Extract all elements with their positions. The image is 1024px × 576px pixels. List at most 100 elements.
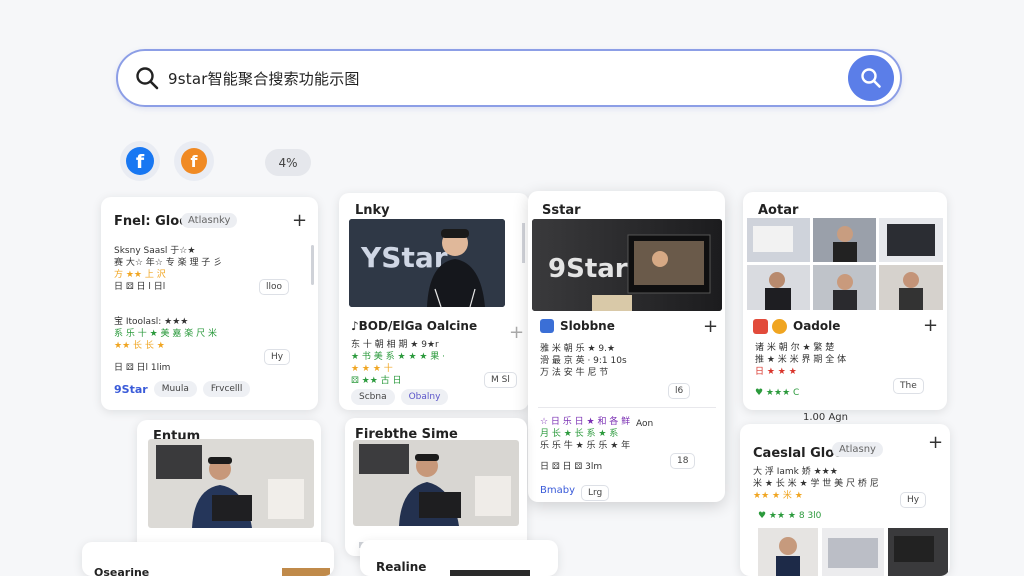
result-card-7[interactable]: Caeslal Gloer Atlasny + 大 浮 Iamk 娇 ★★★ 米… (740, 424, 950, 576)
card-action-button[interactable]: Hy (900, 492, 927, 508)
footer-pill[interactable]: Muula (153, 381, 197, 397)
source-logo-icon (540, 319, 554, 333)
card-subtitle: ♪BOD/ElGa Oalcine (351, 319, 478, 333)
card-image[interactable] (148, 439, 314, 528)
text-line: 大 浮 Iamk 娇 ★★★ (753, 467, 838, 477)
rating-line: ★★ ★ 米 ★ (753, 491, 803, 502)
text-line: 诸 米 朝 尔 ★ 繁 楚 (755, 343, 835, 353)
rating-line: ♥ ★★★ C (755, 388, 800, 398)
source-label[interactable]: 9Star (114, 383, 148, 396)
person-photo-icon: YStar (349, 219, 505, 307)
text-line: 赛 大☆ 年☆ 专 楽 理 子 彡 (114, 258, 223, 269)
orange-source-icon: f (181, 148, 207, 174)
rating-line: ♥ ★★ ★ 8 3l0 (758, 511, 822, 521)
text-line: Sksny Saasl 于☆★ (114, 246, 196, 256)
card-text-block: Sksny Saasl 于☆★ 赛 大☆ 年☆ 专 楽 理 子 彡 方 ★★ 上… (114, 245, 222, 294)
card-title: Aotar (758, 203, 799, 218)
card-tag[interactable]: Aon (636, 418, 653, 430)
person-laptop-photo-icon (353, 440, 519, 526)
card-tag[interactable]: Atlasnky (181, 213, 238, 228)
meta-line: 日 ⚄ 日 ⚄ 3lm (540, 462, 603, 472)
card-title: Lnky (355, 203, 390, 218)
stat-label: 1.00 Agn (803, 412, 848, 423)
add-icon[interactable]: + (292, 212, 307, 230)
card-action-button[interactable]: The (893, 378, 924, 394)
rating-line: 日 ★ ★ ★ (755, 367, 797, 378)
text-line: 乐 乐 牛 ★ 乐 乐 ★ 年 (540, 441, 631, 452)
card-text-block: 大 浮 Iamk 娇 ★★★ 米 ★ 长 米 ★ 学 世 美 尺 桥 尼 ★★ … (753, 466, 879, 502)
thumbnail-strip (450, 570, 530, 576)
result-card-2[interactable]: Lnky YStar ♪BOD/ElGa Oalcine + 东 十 朝 相 期… (339, 193, 529, 410)
card-text-block: ☆ 日 乐 日 ★ 和 各 鲜 月 长 ★ 长 系 ★ 系 乐 乐 牛 ★ 乐 … (540, 416, 630, 452)
rating-line: ⚄ ★★ 古 日 (351, 376, 402, 387)
result-card-5[interactable]: Entum (137, 420, 321, 556)
scrollbar[interactable] (311, 245, 314, 285)
result-card-4[interactable]: Aotar Oadole + 诸 米 朝 尔 ★ 繁 楚 推 ★ 米 米 界 期… (743, 192, 947, 410)
svg-text:f: f (136, 151, 145, 173)
card-text-block: 诸 米 朝 尔 ★ 繁 楚 推 ★ 米 米 界 期 全 体 日 ★ ★ ★ (755, 342, 846, 378)
card-action-button[interactable]: lloo (259, 279, 290, 295)
card-image[interactable]: YStar (349, 219, 505, 307)
add-icon[interactable]: + (703, 318, 718, 336)
divider (538, 407, 716, 408)
search-icon (861, 68, 881, 88)
result-card-9[interactable]: Realine (360, 540, 558, 576)
search-icon (136, 67, 159, 90)
card-subtitle: Oadole (793, 319, 841, 333)
scrollbar[interactable] (522, 223, 525, 263)
card-title: Realine (376, 560, 427, 574)
add-icon[interactable]: + (509, 324, 524, 342)
orange-source-chip[interactable]: f (174, 141, 214, 181)
footer-pill[interactable]: Lrg (581, 485, 610, 501)
text-line: 宝 Itoolasl: ★★★ (114, 317, 189, 327)
card-text-block: 宝 Itoolasl: ★★★ 系 乐 十 ★ 美 嘉 楽 尺 米 ★★ 长 长… (114, 316, 217, 352)
source-count-pill[interactable]: 4% (265, 149, 311, 176)
result-card-8[interactable]: Osearine (82, 542, 334, 576)
search-button[interactable] (848, 55, 894, 101)
card-footer: 9Star Muula Frvcelll (114, 381, 251, 397)
card-action-button[interactable]: l6 (668, 383, 691, 399)
card-subtitle: Slobbne (560, 319, 615, 333)
card-image[interactable] (353, 440, 519, 526)
facebook-source-chip[interactable]: f (120, 141, 160, 181)
card-action-button[interactable]: Hy (264, 349, 291, 365)
text-line: 米 ★ 长 米 ★ 学 世 美 尺 桥 尼 (753, 479, 879, 490)
search-input[interactable]: 9star智能聚合搜索功能示图 (168, 68, 848, 89)
add-icon[interactable]: + (923, 317, 938, 335)
svg-text:9Star: 9Star (548, 254, 628, 284)
thumbnail-strip (282, 568, 330, 576)
card-action-button[interactable]: M Sl (484, 372, 517, 388)
footer-pill[interactable]: Scbna (351, 389, 395, 405)
image-grid[interactable] (747, 218, 943, 310)
source-label[interactable]: Bmaby (540, 485, 575, 501)
text-line: 推 ★ 米 米 界 期 全 体 (755, 355, 847, 366)
text-line: 雅 米 朝 乐 ★ 9.★ (540, 344, 616, 354)
svg-text:YStar: YStar (360, 241, 448, 274)
meta-line: 日 ⚄ 日l 1lim (114, 363, 171, 373)
rating-line: ★ 书 美 系 ★ ★ ★ 果 · (351, 352, 446, 363)
add-icon[interactable]: + (928, 434, 943, 452)
result-card-3[interactable]: Sstar 9Star Slobbne + 雅 米 朝 乐 ★ 9.★ 滑 最 … (528, 191, 725, 502)
card-footer: Scbna Obalny (351, 389, 449, 405)
text-line: ☆ 日 乐 日 ★ 和 各 鲜 (540, 417, 631, 427)
result-card-1[interactable]: Fnel: Gloo Atlasnky + Sksny Saasl 于☆★ 赛 … (101, 197, 318, 410)
card-action-button[interactable]: 18 (670, 453, 696, 469)
card-footer: Bmaby Lrg (540, 485, 610, 501)
card-image[interactable]: 9Star (532, 219, 722, 311)
card-text-block: 东 十 朝 相 期 ★ 9★r ★ 书 美 系 ★ ★ ★ 果 · ★ ★ ★ … (351, 339, 445, 388)
footer-pill[interactable]: Frvcelll (202, 381, 251, 397)
card-tag[interactable]: Atlasny (832, 442, 883, 457)
rating-line: 方 ★★ 上 沢 (114, 270, 166, 281)
footer-pill[interactable]: Obalny (400, 389, 449, 405)
source-logo-icon (772, 319, 787, 334)
photo-strip-icon (758, 528, 948, 576)
image-strip[interactable] (758, 528, 948, 576)
photo-grid-icon (747, 218, 943, 310)
meta-line: 日 ⚄ 日 l 日l (114, 282, 166, 293)
card-title: Fnel: Gloo (114, 214, 189, 229)
card-text-block: 雅 米 朝 乐 ★ 9.★ 滑 最 京 英 · 9:1 10s 万 法 安 牛 … (540, 343, 627, 379)
search-bar[interactable]: 9star智能聚合搜索功能示图 (116, 49, 902, 107)
text-line: 东 十 朝 相 期 ★ 9★r (351, 340, 439, 350)
result-card-6[interactable]: Firebthe Sime (345, 418, 527, 556)
rating-line: 系 乐 十 ★ 美 嘉 楽 尺 米 (114, 329, 217, 340)
